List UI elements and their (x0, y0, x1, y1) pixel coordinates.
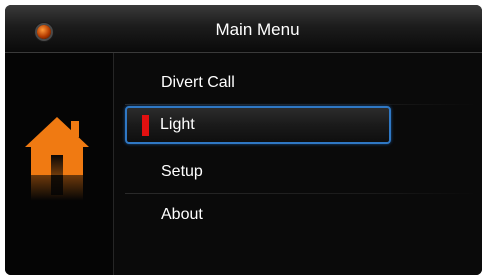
title-bar: Main Menu (5, 5, 482, 53)
side-panel (5, 53, 114, 275)
menu-item-label: Setup (161, 163, 203, 180)
main-menu: Divert Call Light Setup About (114, 53, 482, 275)
selection-indicator (142, 115, 149, 136)
menu-item-label: Light (160, 116, 195, 133)
menu-item-label: Divert Call (161, 74, 235, 91)
menu-item-about[interactable]: About (125, 197, 387, 233)
menu-item-label: About (161, 206, 203, 223)
device-screen: Main Menu Divert Call Light Setup About (5, 5, 482, 275)
home-icon (25, 117, 89, 209)
menu-item-divert-call[interactable]: Divert Call (125, 65, 477, 105)
status-led-icon (37, 25, 51, 39)
page-title: Main Menu (215, 20, 300, 39)
menu-item-light[interactable]: Light (125, 106, 391, 144)
menu-item-setup[interactable]: Setup (125, 154, 477, 194)
